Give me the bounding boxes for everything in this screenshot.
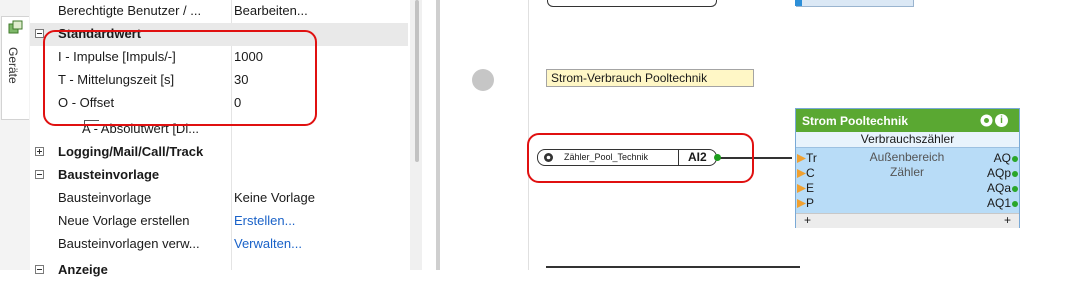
input-port-marker [797,154,806,163]
partial-port-marker [795,0,802,6]
output-port-dot [1012,156,1018,162]
canvas-guide-line [528,0,529,270]
device-tree-icon [8,20,23,34]
property-row-bausteinvorlage[interactable]: Bausteinvorlage Keine Vorlage [30,187,408,210]
function-block-type: Verbrauchszähler [796,132,1019,148]
property-row-neue-vorlage[interactable]: Neue Vorlage erstellen Erstellen... [30,210,408,233]
gear-icon[interactable] [980,114,993,127]
property-name: Bausteinvorlage [58,190,152,205]
category-label: Bausteinvorlage [58,167,160,182]
category-logging[interactable]: Logging/Mail/Call/Track [30,141,408,164]
category-bausteinvorlage[interactable]: Bausteinvorlage [30,164,408,187]
expand-icon[interactable] [35,147,44,156]
output-port-dot [1012,201,1018,207]
output-port-aqa[interactable]: AQa [987,181,1018,196]
create-template-link[interactable]: Erstellen... [234,213,295,228]
status-dot[interactable] [472,69,494,91]
info-icon[interactable]: i [995,114,1008,127]
function-block-description: Zähler [889,165,924,179]
function-block-header[interactable]: Strom Pooltechnik i [796,109,1019,132]
property-value[interactable]: Bearbeiten... [234,3,308,18]
side-tabstrip: Geräte [0,0,30,270]
partial-block-top[interactable] [547,0,717,7]
property-name: Neue Vorlage erstellen [58,213,190,228]
output-port-dot [1012,186,1018,192]
partial-block-bottom[interactable] [546,266,800,268]
function-block-title: Strom Pooltechnik [802,114,909,128]
input-port-c[interactable]: C [797,166,815,181]
property-row-vorlagen-verwalten[interactable]: Bausteinvorlagen verw... Verwalten... [30,233,408,256]
input-port-marker [797,169,806,178]
highlight-input-connector [527,133,754,183]
collapse-icon[interactable] [35,29,44,38]
comment-box[interactable]: Strom-Verbrauch Pooltechnik [546,69,754,87]
input-port-tr[interactable]: Tr [797,151,817,166]
function-block-location: Außenbereich [869,150,945,164]
add-output-button[interactable]: + [1004,213,1011,227]
input-port-e[interactable]: E [797,181,814,196]
property-name: Berechtigte Benutzer / ... [58,3,202,18]
tab-geraete[interactable]: Geräte [1,16,29,120]
input-port-marker [797,199,806,208]
property-row-berechtigte-benutzer[interactable]: Berechtigte Benutzer / ... Bearbeiten... [30,0,408,23]
add-input-button[interactable]: + [804,213,811,227]
highlight-standardwert [43,30,317,126]
category-anzeige[interactable]: Anzeige [30,259,408,282]
manage-templates-link[interactable]: Verwalten... [234,236,302,251]
function-block-footer: + + [796,213,1019,228]
collapse-icon[interactable] [35,170,44,179]
function-block-verbrauchszaehler[interactable]: Strom Pooltechnik i Verbrauchszähler Auß… [795,108,1020,228]
property-value[interactable]: Keine Vorlage [234,190,315,205]
output-port-aq[interactable]: AQ [994,151,1018,166]
input-port-p[interactable]: P [797,196,814,211]
category-label: Logging/Mail/Call/Track [58,144,204,159]
property-name: Bausteinvorlagen verw... [58,236,200,251]
comment-text: Strom-Verbrauch Pooltechnik [551,71,708,85]
output-port-aqp[interactable]: AQp [987,166,1018,181]
input-port-marker [797,184,806,193]
output-port-dot [1012,171,1018,177]
scrollbar-thumb[interactable] [415,0,419,162]
partial-blue-block-top[interactable] [796,0,914,7]
output-port-aq1[interactable]: AQ1 [987,196,1018,211]
tab-geraete-label: Geräte [6,47,20,84]
